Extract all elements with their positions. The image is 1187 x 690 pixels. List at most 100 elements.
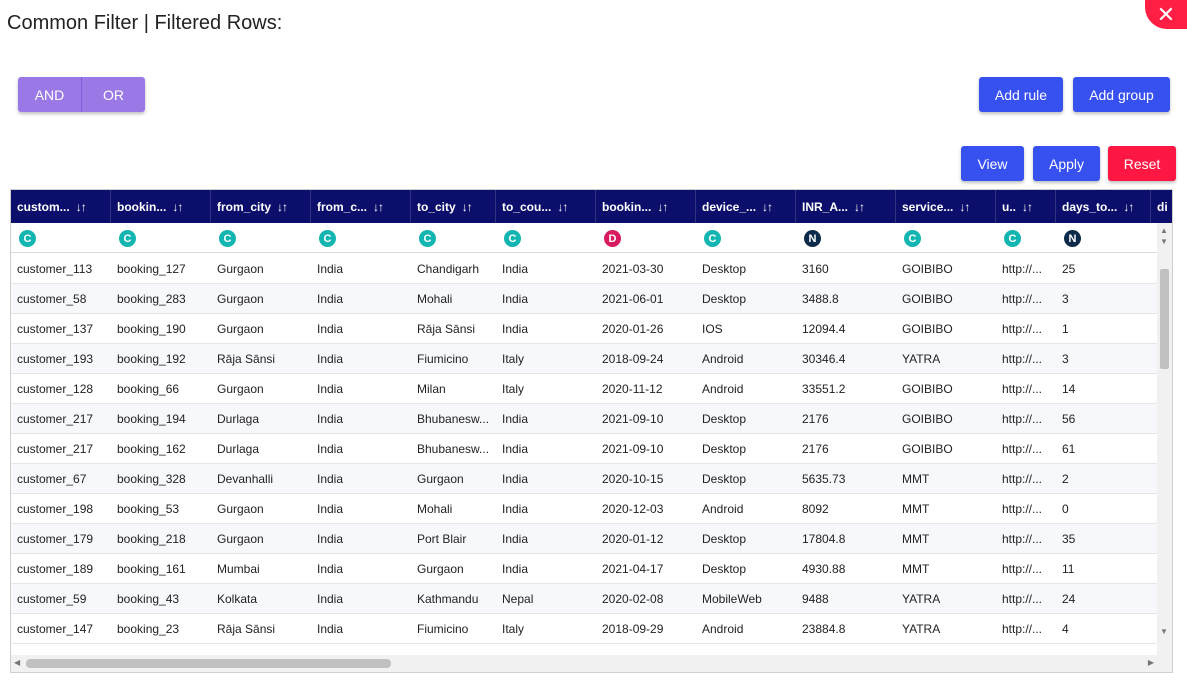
horizontal-scrollbar[interactable]: ◀ ▶ [11, 655, 1172, 672]
sort-icon[interactable]: ↓↑ [277, 200, 288, 214]
table-row[interactable]: customer_179 booking_218 Gurgaon India Port … [11, 524, 1157, 554]
column-header[interactable]: bookin... ↓↑ [111, 190, 211, 223]
table-cell: 2021-09-10 [602, 442, 664, 456]
table-cell: 2020-02-08 [602, 592, 664, 606]
table-cell: booking_43 [117, 592, 180, 606]
sort-icon[interactable]: ↓↑ [373, 200, 384, 214]
table-cell: GOIBIBO [902, 322, 953, 336]
table-cell: customer_179 [17, 532, 94, 546]
column-header[interactable]: di [1151, 190, 1172, 223]
table-cell: 2 [1062, 472, 1069, 486]
sort-icon[interactable]: ↓↑ [1123, 200, 1134, 214]
table-cell: Durlaga [217, 412, 260, 426]
table-cell: India [317, 502, 344, 516]
scroll-up-icon[interactable]: ▲ [1160, 226, 1168, 235]
column-header[interactable]: bookin... ↓↑ [596, 190, 696, 223]
table-cell: YATRA [902, 592, 941, 606]
column-header[interactable]: device_... ↓↑ [696, 190, 796, 223]
table-cell: YATRA [902, 622, 941, 636]
table-cell: 4930.88 [802, 562, 846, 576]
column-type-badge: C [504, 230, 521, 247]
table-row[interactable]: customer_137 booking_190 Gurgaon India Rāja … [11, 314, 1157, 344]
column-header[interactable]: to_cou... ↓↑ [496, 190, 596, 223]
table-cell: booking_218 [117, 532, 186, 546]
table-cell: India [502, 502, 529, 516]
scroll-right-icon[interactable]: ▶ [1148, 658, 1154, 667]
table-row[interactable]: customer_59 booking_43 Kolkata India Kathman… [11, 584, 1157, 614]
table-cell: 9488 [802, 592, 829, 606]
table-cell: Port Blair [417, 532, 467, 546]
view-button[interactable]: View [961, 146, 1024, 181]
table-cell: India [317, 262, 344, 276]
table-cell: GOIBIBO [902, 382, 953, 396]
column-header[interactable]: from_city ↓↑ [211, 190, 311, 223]
column-header[interactable]: to_city ↓↑ [411, 190, 496, 223]
apply-button[interactable]: Apply [1033, 146, 1100, 181]
sort-icon[interactable]: ↓↑ [657, 200, 668, 214]
table-cell: Gurgaon [217, 262, 264, 276]
and-button[interactable]: AND [18, 77, 81, 112]
table-cell: India [317, 382, 344, 396]
table-cell: 25 [1062, 262, 1076, 276]
close-button[interactable]: ✕ [1145, 0, 1187, 29]
sort-icon[interactable]: ↓↑ [557, 200, 568, 214]
table-cell: Fiumicino [417, 352, 469, 366]
column-type-row: CCCCCCDCNCCN [11, 223, 1172, 253]
table-cell: India [317, 352, 344, 366]
table-cell: Gurgaon [217, 382, 264, 396]
or-button[interactable]: OR [81, 77, 145, 112]
column-header[interactable]: u.. ↓↑ [996, 190, 1056, 223]
table-cell: Fiumicino [417, 622, 469, 636]
column-header[interactable]: custom... ↓↑ [11, 190, 111, 223]
table-cell: 33551.2 [802, 382, 846, 396]
table-row[interactable]: customer_113 booking_127 Gurgaon India Chand… [11, 254, 1157, 284]
scroll-down-icon[interactable]: ▼ [1160, 627, 1168, 636]
scroll-down-small-icon[interactable]: ▼ [1160, 237, 1168, 246]
table-cell: Android [702, 622, 744, 636]
table-row[interactable]: customer_58 booking_283 Gurgaon India Mohali… [11, 284, 1157, 314]
horizontal-scroll-thumb[interactable] [26, 659, 391, 668]
table-cell: 23884.8 [802, 622, 846, 636]
vertical-scrollbar[interactable]: ▲ ▼ ▼ [1157, 223, 1172, 655]
scroll-left-icon[interactable]: ◀ [14, 658, 20, 667]
table-cell: YATRA [902, 352, 941, 366]
column-header-label: from_city [217, 199, 272, 214]
table-row[interactable]: customer_198 booking_53 Gurgaon India Mohali… [11, 494, 1157, 524]
table-cell: 17804.8 [802, 532, 846, 546]
column-header[interactable]: INR_A... ↓↑ [796, 190, 896, 223]
table-cell: Bhubanesw... [417, 412, 490, 426]
sort-icon[interactable]: ↓↑ [762, 200, 773, 214]
table-row[interactable]: customer_193 booking_192 Rāja Sānsi India Fi… [11, 344, 1157, 374]
table-row[interactable]: customer_217 booking_162 Durlaga India Bhuba… [11, 434, 1157, 464]
sort-icon[interactable]: ↓↑ [172, 200, 183, 214]
table-cell: http://... [1002, 322, 1043, 336]
sort-icon[interactable]: ↓↑ [76, 200, 87, 214]
table-row[interactable]: customer_217 booking_194 Durlaga India Bhuba… [11, 404, 1157, 434]
table-cell: India [317, 592, 344, 606]
table-row[interactable]: customer_67 booking_328 Devanhalli India Gur… [11, 464, 1157, 494]
table-cell: Durlaga [217, 442, 260, 456]
table-row[interactable]: customer_147 booking_23 Rāja Sānsi India Fiu… [11, 614, 1157, 644]
table-cell: 14 [1062, 382, 1076, 396]
table-cell: booking_328 [117, 472, 186, 486]
table-cell: GOIBIBO [902, 412, 953, 426]
column-header[interactable]: service... ↓↑ [896, 190, 996, 223]
table-cell: Italy [502, 622, 525, 636]
add-rule-button[interactable]: Add rule [979, 77, 1063, 112]
column-header[interactable]: days_to... ↓↑ [1056, 190, 1151, 223]
column-header-label: custom... [17, 199, 70, 214]
table-row[interactable]: customer_128 booking_66 Gurgaon India Milan I… [11, 374, 1157, 404]
table-cell: India [502, 562, 529, 576]
reset-button[interactable]: Reset [1108, 146, 1176, 181]
sort-icon[interactable]: ↓↑ [854, 200, 865, 214]
table-cell: India [317, 472, 344, 486]
column-type-badge: D [604, 230, 621, 247]
add-group-button[interactable]: Add group [1073, 77, 1170, 112]
vertical-scroll-thumb[interactable] [1160, 269, 1169, 369]
column-header[interactable]: from_c... ↓↑ [311, 190, 411, 223]
sort-icon[interactable]: ↓↑ [462, 200, 473, 214]
table-row[interactable]: customer_189 booking_161 Mumbai India Gurgao… [11, 554, 1157, 584]
sort-icon[interactable]: ↓↑ [1022, 200, 1033, 214]
sort-icon[interactable]: ↓↑ [959, 200, 970, 214]
table-cell: Desktop [702, 262, 747, 276]
